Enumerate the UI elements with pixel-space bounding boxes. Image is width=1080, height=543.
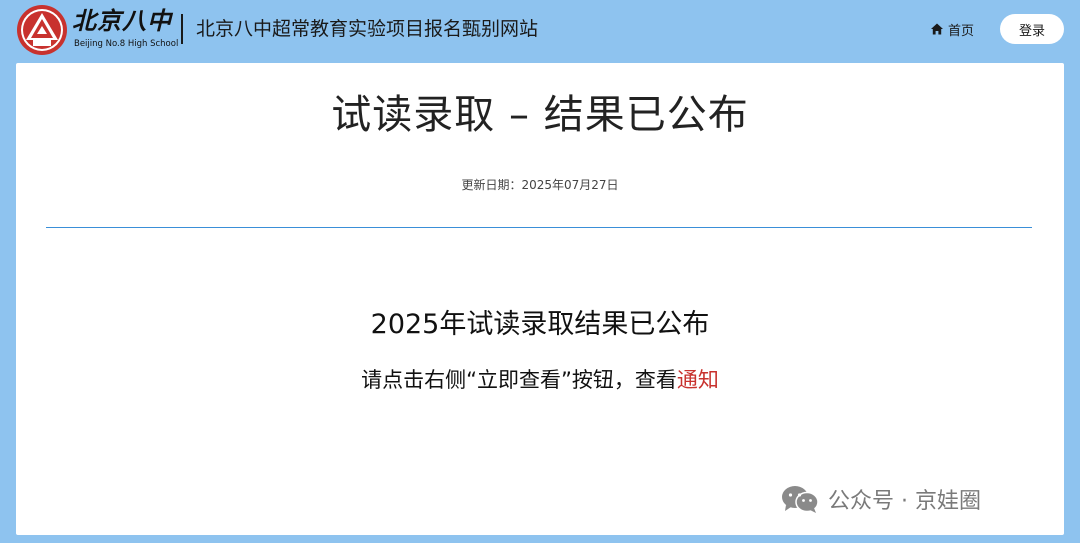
instruction-text: 请点击右侧“立即查看”按钮，查看 <box>361 368 677 392</box>
update-date: 更新日期：2025年07月27日 <box>461 178 619 192</box>
site-title: 北京八中超常教育实验项目报名甄别网站 <box>196 18 539 40</box>
brand-name-en: Beijing No.8 High School <box>74 39 179 49</box>
watermark-text: 公众号 · 京娃圈 <box>828 489 981 514</box>
wechat-watermark: 公众号 · 京娃圈 <box>780 482 981 516</box>
brand-name-cn: 北京八中 <box>72 6 172 35</box>
header-divider <box>181 14 183 44</box>
page-title: 试读录取 – 结果已公布 <box>331 92 749 138</box>
nav-home-link[interactable]: 首页 <box>930 16 974 42</box>
nav-home-label: 首页 <box>948 23 975 39</box>
brand-wordmark[interactable]: 北京八中 Beijing No.8 High School <box>72 6 179 56</box>
content-divider <box>46 227 1032 228</box>
notice-link[interactable]: 通知 <box>677 368 719 392</box>
result-heading: 2025年试读录取结果已公布 <box>370 309 710 340</box>
site-header: 北京八中 Beijing No.8 High School 北京八中超常教育实验… <box>0 0 1080 62</box>
wechat-icon <box>782 486 819 513</box>
main-content-card: 试读录取 – 结果已公布 更新日期：2025年07月27日 2025年试读录取结… <box>16 63 1064 535</box>
login-button[interactable]: 登录 <box>1000 14 1064 44</box>
result-instruction: 请点击右侧“立即查看”按钮，查看通知 <box>16 365 1064 395</box>
home-icon <box>931 23 943 35</box>
school-emblem-logo[interactable] <box>16 4 68 56</box>
